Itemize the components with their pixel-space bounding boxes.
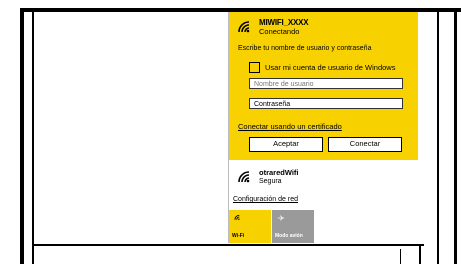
airplane-icon [277, 215, 285, 221]
username-input[interactable]: Nombre de usuario [249, 78, 403, 89]
window-inner-left [32, 12, 34, 264]
other-network-name: otraredWifi [259, 168, 299, 177]
wifi-tile-label: Wi-Fi [232, 233, 245, 239]
windows-account-label: Usar mi cuenta de usuario de Windows [265, 63, 396, 72]
network-status: Conectando [259, 27, 300, 36]
connect-button[interactable]: Conectar [328, 137, 402, 152]
window-inner-divider-small [419, 244, 421, 264]
accept-button[interactable]: Aceptar [249, 137, 323, 152]
credentials-prompt: Escribe tu nombre de usuario y contraseñ… [238, 45, 372, 52]
window-frame-left [20, 8, 24, 264]
other-network-status: Segura [259, 178, 282, 185]
airplane-mode-tile[interactable]: Modo avión [272, 210, 314, 243]
window-inner-divider [437, 12, 439, 264]
scroll-corner [400, 249, 411, 264]
wifi-toggle-tile[interactable]: Wi-Fi [229, 210, 271, 243]
certificate-link[interactable]: Conectar usando un certificado [238, 122, 342, 131]
wifi-icon [238, 21, 250, 33]
password-input[interactable]: Contraseña [249, 98, 403, 109]
other-network-item[interactable]: otraredWifi Segura [237, 168, 299, 186]
selected-network-header[interactable]: MIWIFI_XXXX Conectando [237, 18, 309, 36]
windows-account-checkbox[interactable] [249, 62, 260, 73]
selected-network-panel: MIWIFI_XXXX Conectando Escribe tu nombre… [229, 12, 418, 160]
window-inner-bottom [33, 244, 424, 246]
wifi-icon [238, 171, 250, 183]
airplane-tile-label: Modo avión [275, 233, 303, 239]
network-flyout: MIWIFI_XXXX Conectando Escribe tu nombre… [228, 12, 418, 243]
network-settings-link[interactable]: Configuración de red [233, 196, 298, 203]
wifi-icon [234, 214, 240, 220]
window-frame-right [454, 8, 457, 264]
windows-account-option[interactable]: Usar mi cuenta de usuario de Windows [249, 62, 395, 73]
network-name: MIWIFI_XXXX [259, 18, 309, 27]
